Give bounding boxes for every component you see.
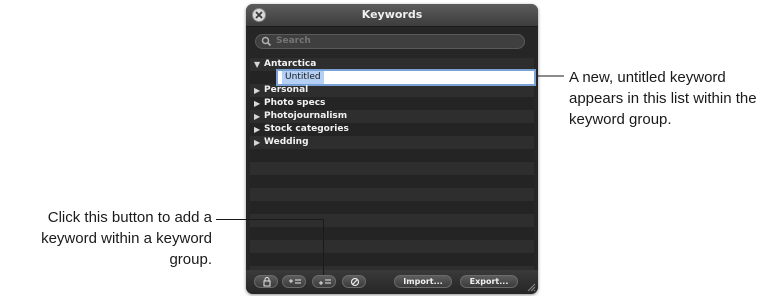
left-callout-line	[216, 219, 324, 275]
left-callout-text: Click this button to add a keyword withi…	[41, 209, 212, 268]
right-callout-text: A new, untitled keyword appears in this …	[569, 69, 757, 128]
